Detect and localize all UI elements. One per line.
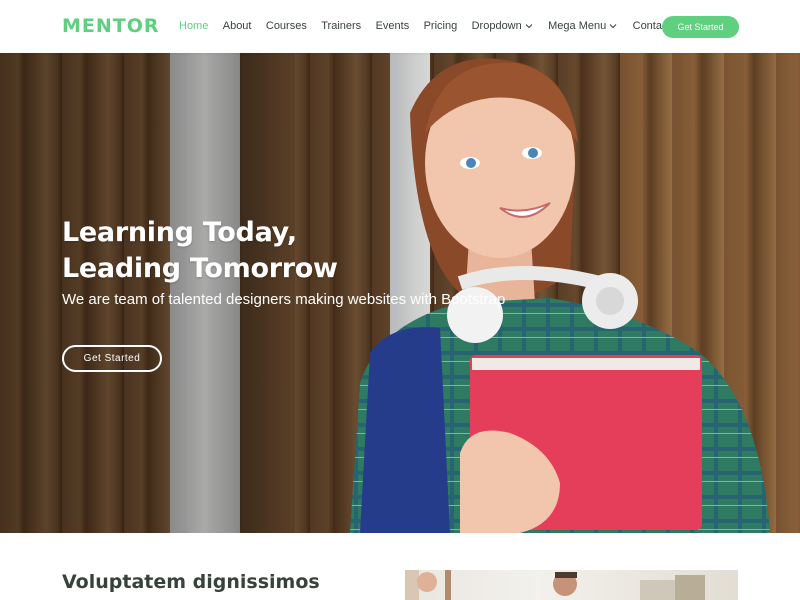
about-image-content bbox=[405, 570, 705, 600]
nav-label: Home bbox=[179, 20, 209, 32]
about-title: Voluptatem dignissimos provident quasi c… bbox=[62, 571, 325, 600]
nav-label: Trainers bbox=[321, 20, 362, 32]
nav-item-dropdown[interactable]: Dropdown bbox=[472, 20, 534, 32]
nav-label: Dropdown bbox=[471, 20, 522, 32]
main-nav: Home About Courses Trainers Events Prici… bbox=[179, 20, 685, 32]
hero-subtitle: We are team of talented designers making… bbox=[62, 291, 506, 308]
site-logo[interactable]: MENTOR bbox=[62, 15, 160, 37]
nav-item-events[interactable]: Events bbox=[376, 20, 410, 32]
nav-item-trainers[interactable]: Trainers bbox=[321, 20, 361, 32]
nav-label: Events bbox=[375, 20, 410, 32]
chevron-down-icon bbox=[609, 24, 617, 29]
hero-title-line1: Learning Today, bbox=[62, 217, 297, 248]
nav-item-mega-menu[interactable]: Mega Menu bbox=[548, 20, 618, 32]
site-header: MENTOR Home About Courses Trainers Event… bbox=[0, 0, 800, 53]
about-image bbox=[405, 570, 738, 600]
nav-label: About bbox=[222, 20, 252, 32]
nav-item-pricing[interactable]: Pricing bbox=[424, 20, 458, 32]
nav-label: Mega Menu bbox=[548, 20, 607, 32]
nav-item-about[interactable]: About bbox=[223, 20, 252, 32]
hero-section: Learning Today, Leading Tomorrow We are … bbox=[0, 53, 800, 533]
hero-get-started-button[interactable]: Get Started bbox=[62, 345, 162, 372]
get-started-button[interactable]: Get Started bbox=[662, 16, 739, 38]
nav-item-courses[interactable]: Courses bbox=[266, 20, 307, 32]
hero-title: Learning Today, Leading Tomorrow bbox=[62, 215, 382, 287]
chevron-down-icon bbox=[525, 24, 533, 29]
nav-label: Courses bbox=[265, 20, 307, 32]
nav-item-home[interactable]: Home bbox=[179, 20, 208, 32]
nav-label: Pricing bbox=[423, 20, 458, 32]
hero-title-line2: Leading Tomorrow bbox=[62, 253, 338, 284]
